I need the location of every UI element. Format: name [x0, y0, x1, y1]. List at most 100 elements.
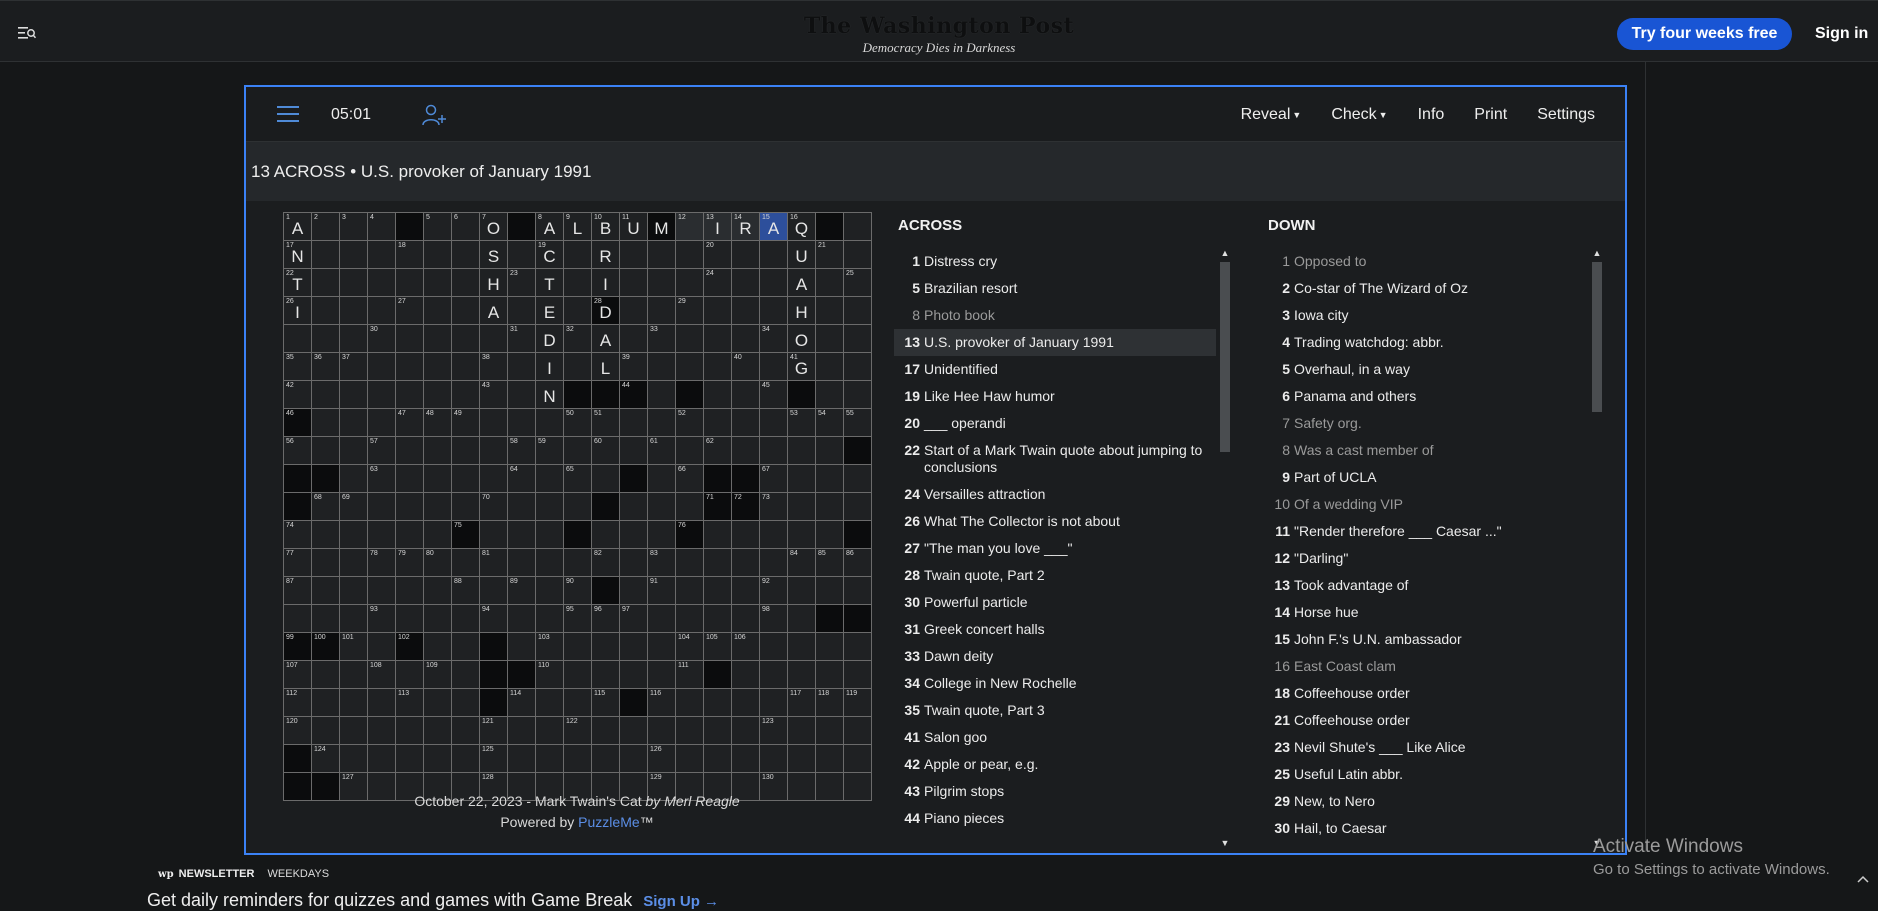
grid-cell[interactable]: [648, 297, 676, 325]
grid-cell[interactable]: [452, 269, 480, 297]
grid-cell[interactable]: 97: [620, 605, 648, 633]
grid-cell[interactable]: 81: [480, 549, 508, 577]
grid-cell[interactable]: [844, 241, 872, 269]
grid-cell[interactable]: [676, 353, 704, 381]
grid-cell[interactable]: [760, 689, 788, 717]
grid-cell[interactable]: [564, 437, 592, 465]
grid-cell[interactable]: [340, 689, 368, 717]
grid-cell[interactable]: 48: [424, 409, 452, 437]
grid-cell[interactable]: [760, 549, 788, 577]
grid-cell[interactable]: [648, 353, 676, 381]
grid-cell[interactable]: 13 I: [704, 213, 732, 241]
grid-cell[interactable]: [396, 717, 424, 745]
across-clue-35[interactable]: 35 Twain quote, Part 3: [894, 697, 1216, 724]
grid-cell[interactable]: [508, 605, 536, 633]
grid-cell[interactable]: [564, 549, 592, 577]
grid-cell[interactable]: [704, 689, 732, 717]
grid-cell[interactable]: 69: [340, 493, 368, 521]
across-clue-24[interactable]: 24 Versailles attraction: [894, 481, 1216, 508]
chevron-up-icon[interactable]: [1856, 872, 1870, 886]
grid-cell[interactable]: 121: [480, 717, 508, 745]
grid-cell[interactable]: 52: [676, 409, 704, 437]
grid-cell[interactable]: 120: [284, 717, 312, 745]
across-clue-22[interactable]: 22 Start of a Mark Twain quote about jump…: [894, 437, 1216, 481]
grid-cell[interactable]: 19 C: [536, 241, 564, 269]
grid-cell[interactable]: [816, 381, 844, 409]
grid-cell[interactable]: [368, 745, 396, 773]
grid-cell[interactable]: [564, 241, 592, 269]
scroll-up-icon[interactable]: ▲: [1592, 248, 1602, 258]
grid-cell[interactable]: [620, 717, 648, 745]
down-clue-10[interactable]: 10 Of a wedding VIP: [1264, 491, 1586, 518]
grid-cell[interactable]: 55: [844, 409, 872, 437]
grid-cell[interactable]: 45: [760, 381, 788, 409]
grid-cell[interactable]: [732, 297, 760, 325]
grid-cell[interactable]: [340, 409, 368, 437]
grid-cell[interactable]: [704, 549, 732, 577]
crossword-grid[interactable]: 1 A 2 3 4 5 6 7 O 8 A 9 L 10 B 11 U M 12 13 I 14 R 15 A 16 Q 17 N 18 S…: [283, 212, 872, 801]
grid-cell[interactable]: [844, 325, 872, 353]
grid-cell[interactable]: 83: [648, 549, 676, 577]
grid-cell[interactable]: 108: [368, 661, 396, 689]
grid-cell[interactable]: 59: [536, 437, 564, 465]
grid-cell[interactable]: 49: [452, 409, 480, 437]
grid-cell[interactable]: [340, 241, 368, 269]
across-clue-17[interactable]: 17 Unidentified: [894, 356, 1216, 383]
grid-cell[interactable]: [816, 297, 844, 325]
grid-cell[interactable]: [452, 605, 480, 633]
grid-cell[interactable]: 65: [564, 465, 592, 493]
grid-cell[interactable]: 25: [844, 269, 872, 297]
grid-cell[interactable]: [648, 661, 676, 689]
grid-cell[interactable]: [704, 381, 732, 409]
grid-cell[interactable]: T: [536, 269, 564, 297]
grid-cell[interactable]: [648, 465, 676, 493]
grid-cell[interactable]: [424, 493, 452, 521]
grid-cell[interactable]: [760, 661, 788, 689]
grid-cell[interactable]: 95: [564, 605, 592, 633]
grid-cell[interactable]: 23: [508, 269, 536, 297]
grid-cell[interactable]: [816, 745, 844, 773]
grid-cell[interactable]: [536, 493, 564, 521]
down-clue-30[interactable]: 30 Hail, to Caesar: [1264, 815, 1586, 842]
puzzleme-link[interactable]: PuzzleMe: [578, 814, 639, 830]
grid-cell[interactable]: 63: [368, 465, 396, 493]
grid-cell[interactable]: [312, 241, 340, 269]
across-clue-30[interactable]: 30 Powerful particle: [894, 589, 1216, 616]
grid-cell[interactable]: [340, 717, 368, 745]
grid-cell[interactable]: [788, 465, 816, 493]
down-clue-13[interactable]: 13 Took advantage of: [1264, 572, 1586, 599]
grid-cell[interactable]: 118: [816, 689, 844, 717]
grid-cell[interactable]: [704, 325, 732, 353]
grid-cell[interactable]: [480, 465, 508, 493]
grid-cell[interactable]: [648, 241, 676, 269]
grid-cell[interactable]: 119: [844, 689, 872, 717]
grid-cell[interactable]: [788, 577, 816, 605]
grid-cell[interactable]: [508, 521, 536, 549]
grid-cell[interactable]: 27: [396, 297, 424, 325]
grid-cell[interactable]: 37: [340, 353, 368, 381]
grid-cell[interactable]: 94: [480, 605, 508, 633]
grid-cell[interactable]: 35: [284, 353, 312, 381]
grid-cell[interactable]: 40: [732, 353, 760, 381]
grid-cell[interactable]: [312, 269, 340, 297]
grid-cell[interactable]: [648, 717, 676, 745]
down-clue-7[interactable]: 7 Safety org.: [1264, 410, 1586, 437]
grid-cell[interactable]: 103: [536, 633, 564, 661]
grid-cell[interactable]: S: [480, 241, 508, 269]
grid-cell[interactable]: 22 T: [284, 269, 312, 297]
grid-cell[interactable]: [760, 241, 788, 269]
grid-cell[interactable]: 96: [592, 605, 620, 633]
down-clue-2[interactable]: 2 Co-star of The Wizard of Oz: [1264, 275, 1586, 302]
grid-cell[interactable]: [508, 381, 536, 409]
grid-cell[interactable]: [620, 661, 648, 689]
grid-cell[interactable]: [396, 325, 424, 353]
grid-cell[interactable]: 31: [508, 325, 536, 353]
print-button[interactable]: Print: [1474, 106, 1507, 124]
grid-cell[interactable]: 110: [536, 661, 564, 689]
grid-cell[interactable]: 98: [760, 605, 788, 633]
grid-cell[interactable]: [396, 605, 424, 633]
grid-cell[interactable]: [816, 269, 844, 297]
grid-cell[interactable]: [676, 241, 704, 269]
grid-cell[interactable]: [396, 353, 424, 381]
grid-cell[interactable]: [676, 717, 704, 745]
